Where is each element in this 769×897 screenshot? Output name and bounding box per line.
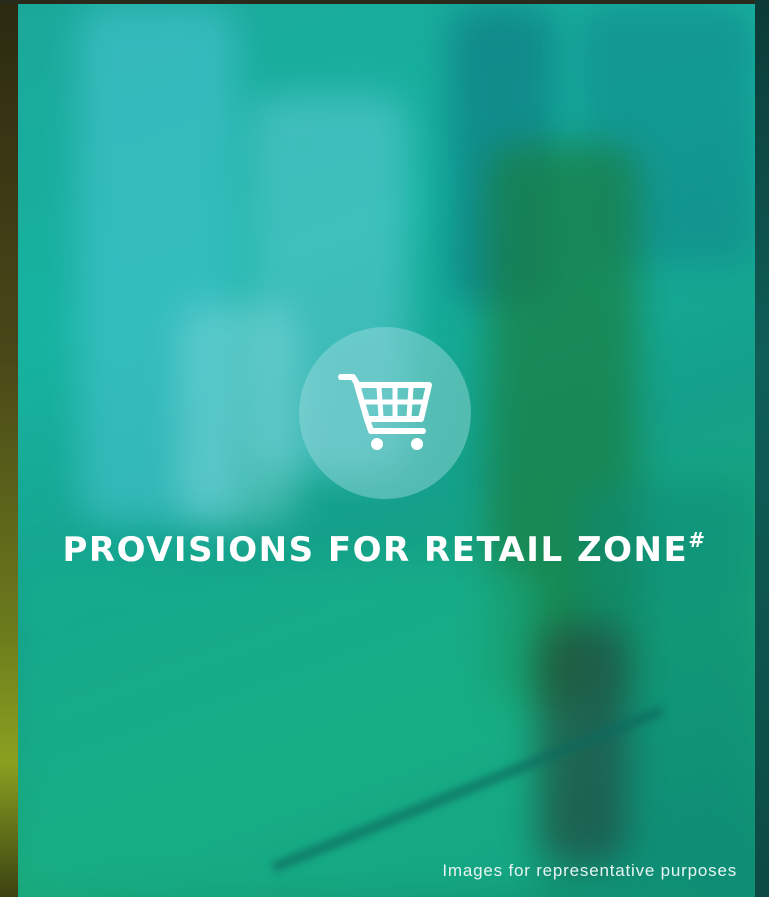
right-edge-strip — [755, 0, 769, 897]
left-edge-strip — [0, 0, 18, 897]
title-text: PROVISIONS FOR RETAIL ZONE — [62, 530, 689, 570]
title-superscript: # — [688, 528, 707, 552]
image-disclaimer: Images for representative purposes — [442, 861, 737, 880]
icon-badge — [299, 327, 471, 499]
page-title: PROVISIONS FOR RETAIL ZONE# — [0, 528, 769, 570]
shopping-cart-icon — [337, 369, 433, 458]
retail-zone-panel: PROVISIONS FOR RETAIL ZONE# Images for r… — [0, 0, 769, 897]
